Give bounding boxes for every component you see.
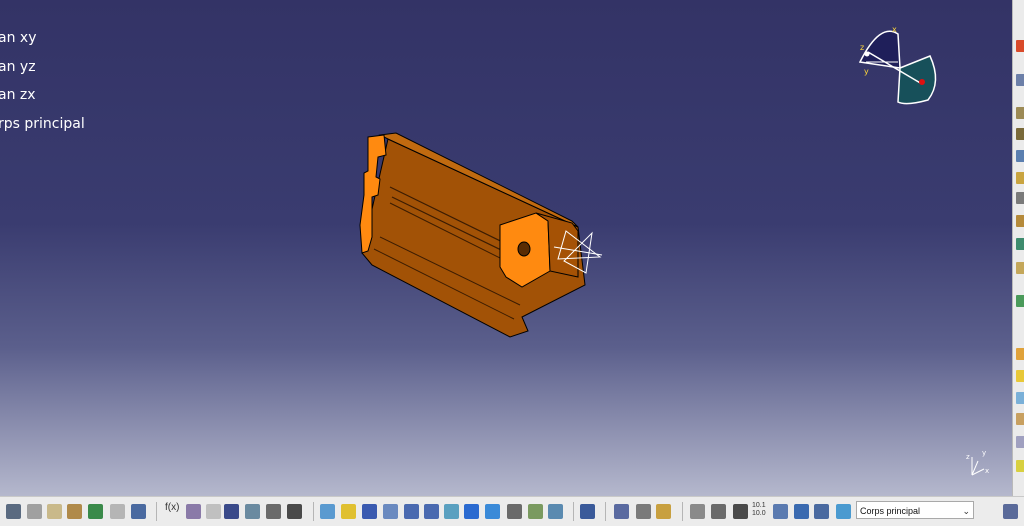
grid-label-top: 10.1 [752,502,766,509]
fly-mode-icon[interactable] [320,504,335,519]
right-toolbar [1012,0,1024,496]
mini-axis-y-label: y [982,449,986,457]
knowledge-advisor-icon[interactable] [186,504,201,519]
isometric-view-icon[interactable] [485,504,500,519]
tree-item-main-body[interactable]: rps principal [0,113,85,142]
groove-icon[interactable] [1016,172,1024,184]
tree-item-plane-zx[interactable]: an zx [0,84,85,113]
define-in-work-object-icon[interactable] [836,504,851,519]
stiffener-icon[interactable] [1016,262,1024,274]
multi-view-icon[interactable] [464,504,479,519]
pan-icon[interactable] [362,504,377,519]
slot-icon[interactable] [1016,238,1024,250]
3d-compass-icon[interactable] [690,504,705,519]
axis-system-tool-icon[interactable] [733,504,748,519]
catia-logo-icon[interactable] [1003,504,1018,519]
mini-axis-x-label: x [985,467,989,475]
chevron-down-icon: ⌄ [962,506,970,516]
body-selector-value: Corps principal [860,506,921,516]
pad-icon[interactable] [1016,107,1024,119]
zoom-in-icon[interactable] [404,504,419,519]
transformation-icon[interactable] [773,504,788,519]
thread-icon[interactable] [1016,436,1024,448]
fillet-icon[interactable] [1016,295,1024,307]
shading-icon[interactable] [507,504,522,519]
body-selector[interactable]: Corps principal ⌄ [856,501,974,519]
zoom-out-icon[interactable] [424,504,439,519]
mini-axis-icon: z y x [966,449,989,476]
print-icon[interactable] [6,504,21,519]
compass-y-label: y [864,67,869,76]
hide-show-icon[interactable] [528,504,543,519]
compass-z-label: z [860,43,864,52]
tree-item-plane-yz[interactable]: an yz [0,56,85,85]
3d-part-model[interactable] [350,125,610,345]
thickness-icon[interactable] [1016,413,1024,425]
specification-tree: an xy an yz an zx rps principal [0,27,85,141]
exit-workbench-icon[interactable] [1016,74,1024,86]
toolbar-separator [605,502,606,521]
hand-icon[interactable] [711,504,726,519]
remove-face-icon[interactable] [1016,460,1024,472]
rotate-icon[interactable] [383,504,398,519]
compass-x-label: x [892,25,897,34]
sketch-icon[interactable] [1016,40,1024,52]
copy-icon[interactable] [47,504,62,519]
apply-material-icon[interactable] [266,504,281,519]
measure-icon[interactable] [287,504,302,519]
normal-view-icon[interactable] [444,504,459,519]
cut-icon[interactable] [27,504,42,519]
part-hole [517,241,531,257]
snap-to-grid-icon[interactable]: 10.1 10.0 [752,502,766,518]
shaft-icon[interactable] [1016,150,1024,162]
swap-visible-space-icon[interactable] [548,504,563,519]
point-icon[interactable] [656,504,671,519]
paste-icon[interactable] [67,504,82,519]
catalog-browser-icon[interactable] [245,504,260,519]
undo-icon[interactable] [88,504,103,519]
tree-item-plane-xy[interactable]: an xy [0,27,85,56]
anchor-icon[interactable] [636,504,651,519]
compass-icon[interactable]: z x y [850,22,950,112]
constraint-icon[interactable] [614,504,629,519]
toolbar-separator [682,502,683,521]
redo-icon[interactable] [110,504,125,519]
hole-icon[interactable] [1016,192,1024,204]
whats-this-icon[interactable] [131,504,146,519]
rib-icon[interactable] [1016,215,1024,227]
pocket-icon[interactable] [1016,128,1024,140]
chamfer-icon[interactable] [1016,348,1024,360]
toolbar-separator [313,502,314,521]
draft-icon[interactable] [1016,370,1024,382]
3d-viewport[interactable]: an xy an yz an zx rps principal z x y z … [0,0,1012,496]
fit-all-icon[interactable] [341,504,356,519]
shell-icon[interactable] [1016,392,1024,404]
insert-body-icon[interactable] [814,504,829,519]
toolbar-separator [156,502,157,521]
bottom-toolbar: f(x) 10.1 10.0 Corps principal ⌄ [0,496,1024,526]
update-icon[interactable] [580,504,595,519]
bulb-icon[interactable] [206,504,221,519]
boolean-icon[interactable] [794,504,809,519]
mini-axis-z-label: z [966,453,970,461]
formula-icon[interactable]: f(x) [165,502,179,513]
grid-label-bottom: 10.0 [752,510,766,517]
toolbar-separator [573,502,574,521]
design-table-icon[interactable] [224,504,239,519]
